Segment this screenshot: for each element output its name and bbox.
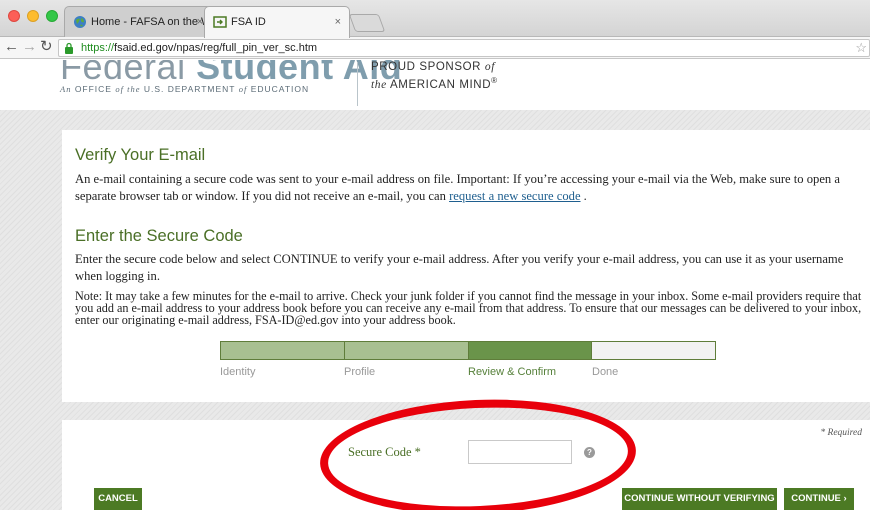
url-scheme: https:// bbox=[81, 42, 115, 54]
continue-button[interactable]: CONTINUE › bbox=[784, 488, 854, 510]
verify-text-end: . bbox=[580, 189, 587, 203]
secure-code-label: Secure Code * bbox=[348, 445, 421, 459]
url-text: https://fsaid.ed.gov/npas/reg/full_pin_v… bbox=[81, 40, 317, 56]
cancel-button[interactable]: CANCEL bbox=[94, 488, 142, 510]
maximize-window-icon[interactable] bbox=[46, 10, 58, 22]
continue-without-verifying-button[interactable]: CONTINUE WITHOUT VERIFYING bbox=[622, 488, 777, 510]
logo-word-federal: Federal bbox=[60, 60, 197, 87]
request-new-code-link[interactable]: request a new secure code bbox=[449, 189, 580, 203]
verify-email-heading: Verify Your E-mail bbox=[75, 146, 206, 164]
step-label-review-confirm: Review & Confirm bbox=[468, 366, 557, 378]
progress-step-done bbox=[592, 342, 715, 359]
progress-step-profile bbox=[344, 342, 469, 359]
forward-arrow-icon[interactable]: → bbox=[22, 38, 37, 56]
verify-email-text: An e-mail containing a secure code was s… bbox=[75, 171, 868, 205]
lock-icon bbox=[65, 42, 73, 54]
sponsor-american-mind: AMERICAN MIND bbox=[386, 78, 492, 91]
minimize-window-icon[interactable] bbox=[27, 10, 39, 22]
tab-fsa-label: FSA ID bbox=[231, 16, 266, 28]
fsa-favicon-icon bbox=[213, 16, 227, 28]
sponsor-proud: PROUD SPONSOR bbox=[371, 61, 485, 73]
globe-icon bbox=[74, 16, 86, 28]
header-divider bbox=[357, 62, 358, 106]
tab-home-fafsa[interactable]: Home - FAFSA on the Web × bbox=[64, 6, 223, 38]
question-mark-icon[interactable]: ? bbox=[584, 447, 595, 458]
verify-email-card: Verify Your E-mail An e-mail containing … bbox=[62, 130, 870, 402]
sponsor-tagline: PROUD SPONSOR of the AMERICAN MIND® bbox=[371, 61, 498, 92]
back-arrow-icon[interactable]: ← bbox=[4, 38, 19, 56]
url-path: fsaid.ed.gov/npas/reg/full_pin_ver_sc.ht… bbox=[114, 42, 318, 54]
reload-icon[interactable]: ↻ bbox=[40, 38, 53, 56]
browser-titlebar: Home - FAFSA on the Web × FSA ID × bbox=[0, 0, 870, 38]
sponsor-of: of bbox=[484, 61, 495, 73]
page-viewport: Federal Student Aid An OFFICE of the U.S… bbox=[0, 60, 870, 510]
required-note: * Required bbox=[820, 428, 862, 438]
star-icon[interactable]: ☆ bbox=[855, 40, 867, 56]
address-bar[interactable]: https://fsaid.ed.gov/npas/reg/full_pin_v… bbox=[58, 39, 870, 57]
logo-sub-education: EDUCATION bbox=[247, 84, 310, 94]
site-header: Federal Student Aid An OFFICE of the U.S… bbox=[0, 60, 870, 110]
enter-code-heading: Enter the Secure Code bbox=[75, 227, 243, 245]
progress-step-identity bbox=[221, 342, 345, 359]
enter-code-text: Enter the secure code below and select C… bbox=[75, 252, 844, 283]
step-label-identity: Identity bbox=[220, 366, 256, 378]
close-window-icon[interactable] bbox=[8, 10, 20, 22]
progress-step-review bbox=[468, 342, 593, 359]
logo-sub-of-the: of the bbox=[115, 84, 141, 94]
sponsor-the: the bbox=[371, 78, 387, 91]
registration-progress-bar bbox=[220, 341, 716, 360]
logo-word-student: Student bbox=[196, 60, 334, 87]
logo-sub-department: U.S. DEPARTMENT bbox=[140, 84, 239, 94]
logo-subtitle: An OFFICE of the U.S. DEPARTMENT of EDUC… bbox=[60, 84, 309, 94]
new-tab-button[interactable] bbox=[348, 14, 386, 32]
logo-sub-office: OFFICE bbox=[71, 84, 116, 94]
secure-code-input[interactable] bbox=[468, 440, 572, 464]
step-label-done: Done bbox=[592, 366, 619, 378]
close-tab-icon[interactable]: × bbox=[197, 7, 203, 37]
step-label-profile: Profile bbox=[344, 366, 376, 378]
close-tab-icon[interactable]: × bbox=[335, 7, 341, 37]
logo-sub-an: An bbox=[60, 84, 72, 94]
browser-toolbar: ← → ↻ https://fsaid.ed.gov/npas/reg/full… bbox=[0, 37, 870, 59]
registered-mark: ® bbox=[491, 76, 498, 85]
tab-fsa-id[interactable]: FSA ID × bbox=[204, 6, 350, 38]
email-delivery-note: Note: It may take a few minutes for the … bbox=[75, 289, 862, 327]
